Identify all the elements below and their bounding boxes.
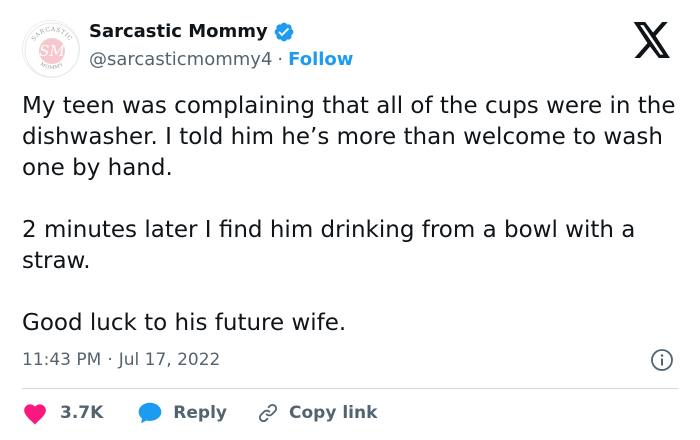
- link-icon: [258, 403, 278, 423]
- speech-bubble-icon: [138, 402, 162, 424]
- copy-link-button[interactable]: Copy link: [257, 402, 377, 424]
- author-name-row: Sarcastic Mommy: [89, 19, 295, 45]
- tweet-time[interactable]: 11:43 PM: [22, 350, 101, 370]
- divider: [22, 388, 678, 389]
- author-display-name[interactable]: Sarcastic Mommy: [89, 19, 268, 45]
- author-handle-row: @sarcasticmommy4 · Follow: [89, 47, 353, 73]
- info-icon[interactable]: [650, 348, 674, 372]
- author-handle[interactable]: @sarcasticmommy4: [89, 47, 272, 73]
- like-count: 3.7K: [60, 403, 104, 423]
- follow-button[interactable]: Follow: [288, 47, 353, 73]
- copy-link-label: Copy link: [289, 403, 378, 423]
- avatar-logo-icon: SARCASTIC MOMMY SM: [24, 22, 80, 78]
- tweet-card: SARCASTIC MOMMY SM Sarcastic Mommy @sarc…: [0, 0, 700, 440]
- x-logo-icon[interactable]: [632, 22, 672, 58]
- verified-badge-icon: [273, 21, 295, 43]
- tweet-date[interactable]: Jul 17, 2022: [119, 350, 221, 370]
- timestamp-separator: ·: [107, 350, 113, 370]
- tweet-paragraph-1: My teen was complaining that all of the …: [22, 93, 676, 181]
- tweet-paragraph-2: 2 minutes later I find him drinking from…: [22, 217, 636, 274]
- heart-icon: [24, 404, 46, 425]
- avatar-monogram: SM: [39, 42, 65, 60]
- tweet-paragraph-3: Good luck to his future wife.: [22, 310, 347, 336]
- tweet-text: My teen was complaining that all of the …: [22, 91, 682, 339]
- tweet-timestamp: 11:43 PM · Jul 17, 2022: [22, 347, 220, 373]
- like-button[interactable]: 3.7K: [22, 401, 103, 425]
- handle-separator: ·: [277, 49, 284, 70]
- reply-label: Reply: [173, 403, 227, 423]
- author-avatar[interactable]: SARCASTIC MOMMY SM: [22, 20, 80, 78]
- reply-button[interactable]: Reply: [137, 401, 227, 425]
- tweet-actions: 3.7K Reply Copy link: [22, 398, 377, 428]
